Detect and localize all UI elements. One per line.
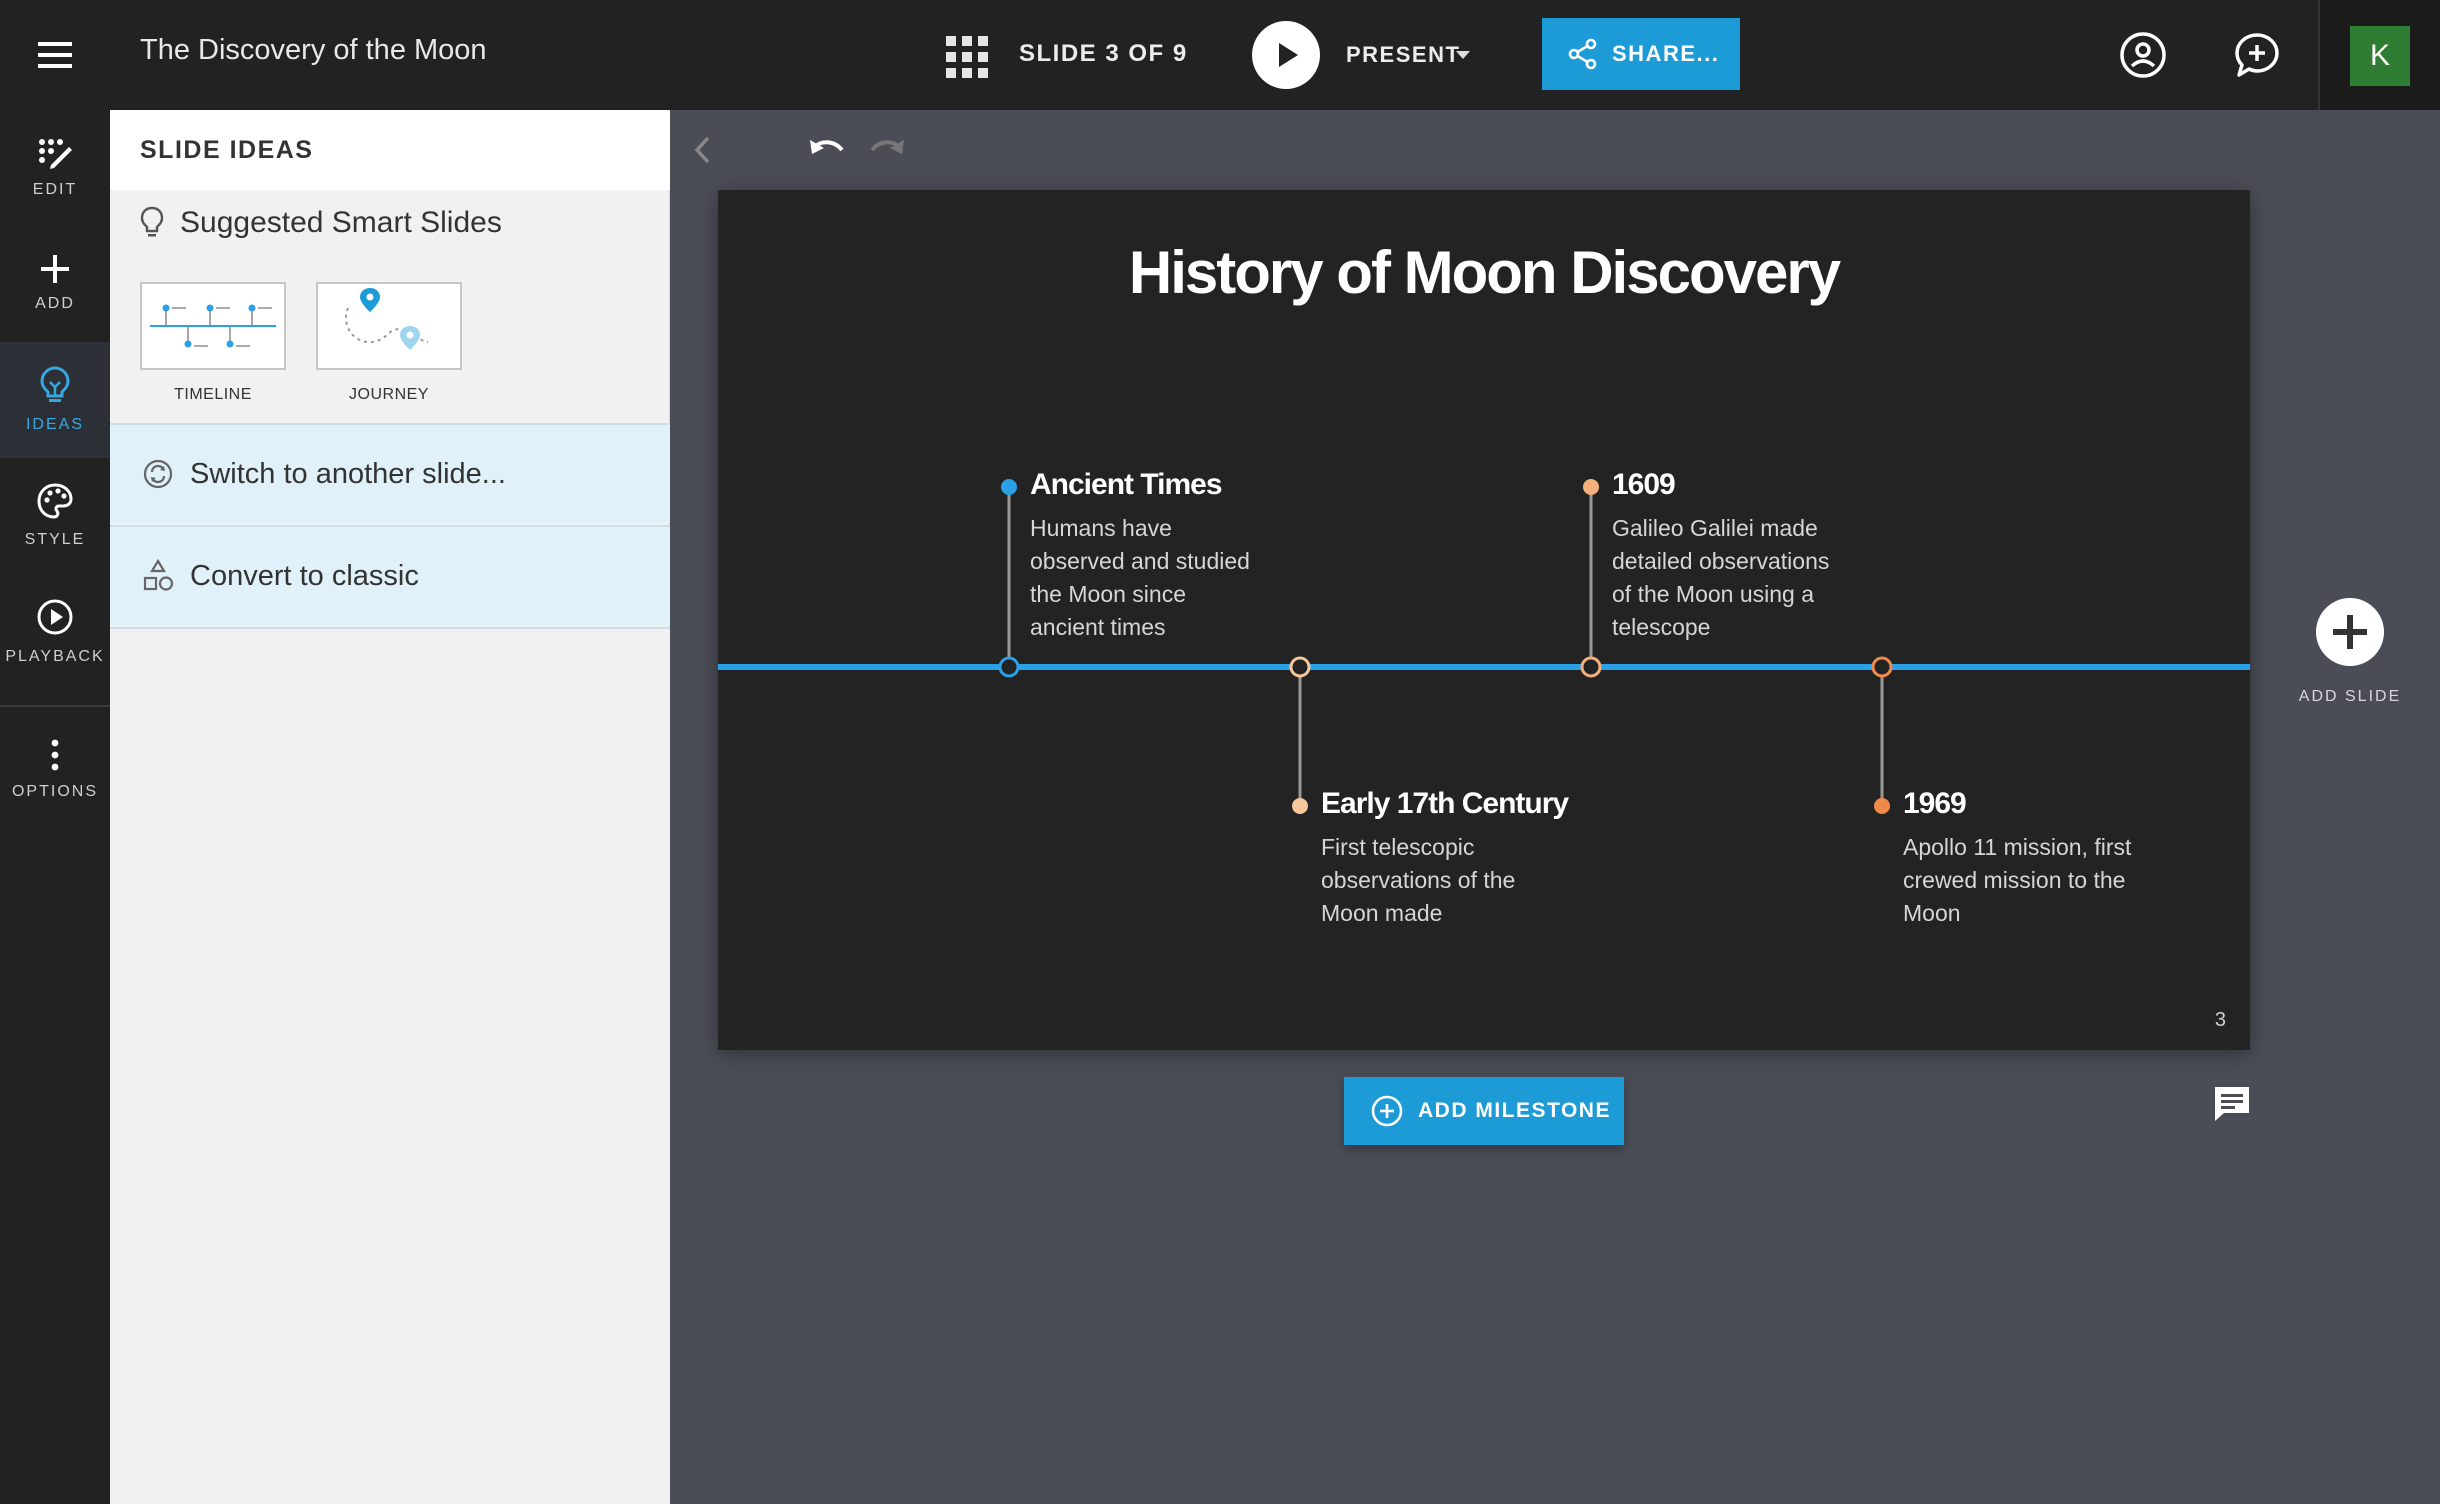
share-button[interactable]: SHARE... [1542,18,1740,90]
rail-label-playback: PLAYBACK [5,648,105,665]
add-comment-icon[interactable] [2232,30,2282,80]
kebab-icon [51,739,59,771]
milestone-2-desc[interactable]: First telescopic observations of the Moo… [1321,831,1551,930]
present-dropdown[interactable]: PRESENT [1346,42,1460,68]
milestone-3-dot [1583,479,1599,495]
panel-header: SLIDE IDEAS [110,110,670,190]
plus-icon [2333,615,2367,649]
user-profile-icon[interactable] [2118,30,2168,80]
switch-slide-option[interactable]: Switch to another slide... [110,423,670,523]
journey-thumbnail[interactable] [316,282,462,370]
milestone-3-node [1580,656,1602,678]
suggested-heading-text: Suggested Smart Slides [180,206,502,239]
plus-icon [41,255,69,283]
document-title[interactable]: The Discovery of the Moon [140,34,487,67]
milestone-1-title[interactable]: Ancient Times [1030,468,1223,502]
slide-ideas-panel: SLIDE IDEAS Suggested Smart Slides TIMEL… [110,110,670,1504]
lightbulb-outline-icon [140,206,164,237]
rail-divider [0,705,110,707]
undo-icon[interactable] [806,128,848,170]
left-rail: EDIT ADD IDEAS STYLE PLAYBACK OPTIONS [0,110,110,1504]
plus-circle-icon [1371,1095,1403,1127]
convert-classic-label: Convert to classic [190,559,419,592]
play-icon [1279,43,1298,67]
edit-icon [39,139,72,169]
timeline-thumbnail[interactable] [140,282,286,370]
hamburger-menu-icon[interactable] [0,0,110,110]
panel-title: SLIDE IDEAS [140,136,314,164]
share-icon [1568,38,1597,70]
play-circle-icon [37,599,73,635]
add-milestone-label: ADD MILESTONE [1418,1099,1611,1122]
milestone-4-title[interactable]: 1969 [1903,787,1967,821]
share-label: SHARE... [1612,41,1720,66]
add-milestone-button[interactable]: ADD MILESTONE [1344,1077,1624,1145]
add-slide-button[interactable] [2316,598,2384,666]
milestone-1-dot [1001,479,1017,495]
milestone-3-title[interactable]: 1609 [1612,468,1676,502]
suggested-heading: Suggested Smart Slides [140,206,502,240]
palette-icon [37,483,73,519]
rail-label-ideas: IDEAS [25,416,84,433]
switch-slide-label: Switch to another slide... [190,457,506,490]
milestone-4-dot [1874,798,1890,814]
rail-item-style[interactable]: STYLE [0,458,110,574]
rail-label-edit: EDIT [32,181,78,198]
milestone-4-desc[interactable]: Apollo 11 mission, first crewed mission … [1903,831,2143,930]
panel-empty-area [110,627,670,1504]
slide-canvas[interactable]: History of Moon Discovery Ancient Times … [718,190,2250,1050]
rail-item-add[interactable]: ADD [0,226,110,342]
thumbnail-label-journey: JOURNEY [349,386,429,403]
rail-label-add: ADD [35,295,75,312]
rail-label-options: OPTIONS [11,783,98,800]
milestone-2-node [1289,656,1311,678]
redo-icon[interactable] [866,128,908,170]
milestone-4-node [1871,656,1893,678]
avatar[interactable]: K [2350,26,2410,86]
slide-number: 3 [2214,1009,2226,1031]
collapse-panel-chevron-icon[interactable] [690,132,714,168]
shapes-icon [143,559,174,591]
avatar-area: K [2318,0,2440,110]
rail-item-options[interactable]: OPTIONS [0,712,110,828]
speaker-notes-icon[interactable] [2212,1084,2252,1124]
top-bar: The Discovery of the Moon SLIDE 3 OF 9 P… [0,0,2440,110]
milestone-2-title[interactable]: Early 17th Century [1321,787,1569,821]
add-slide-label: ADD SLIDE [2298,688,2402,705]
swap-icon [143,459,173,489]
rail-item-playback[interactable]: PLAYBACK [0,574,110,690]
milestone-1-node [998,656,1020,678]
milestone-1-desc[interactable]: Humans have observed and studied the Moo… [1030,512,1260,644]
present-play-button[interactable] [1252,21,1320,89]
slide-counter: SLIDE 3 OF 9 [1019,40,1188,67]
slide-grid-icon[interactable] [944,34,990,80]
milestone-2-dot [1292,798,1308,814]
thumbnail-label-timeline: TIMELINE [174,386,252,403]
rail-item-edit[interactable]: EDIT [0,110,110,226]
rail-item-ideas[interactable]: IDEAS [0,342,110,458]
caret-down-icon[interactable] [1456,51,1470,59]
rail-label-style: STYLE [24,531,86,548]
convert-classic-option[interactable]: Convert to classic [110,525,670,625]
milestone-3-desc[interactable]: Galileo Galilei made detailed observatio… [1612,512,1842,644]
lightbulb-icon [40,366,70,402]
